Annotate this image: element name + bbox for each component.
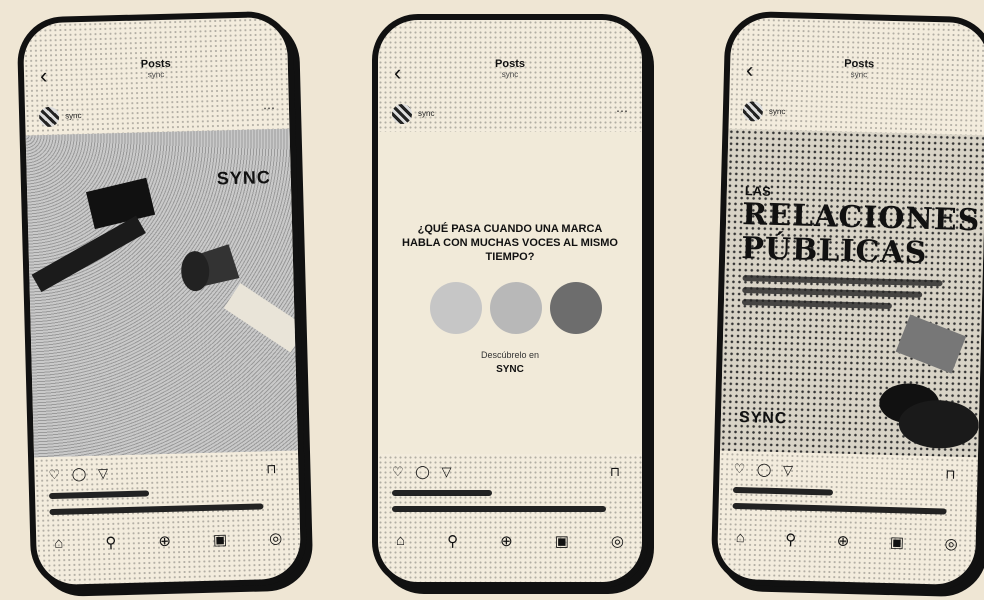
- profile-icon[interactable]: ◎: [269, 529, 283, 549]
- post-actions: ♡ ◯ ▽ ⊓: [733, 461, 963, 485]
- username[interactable]: sync: [65, 111, 82, 120]
- post-author[interactable]: sync ⋯: [38, 101, 275, 129]
- home-icon[interactable]: ⌂: [735, 529, 746, 549]
- circle-dark: [550, 282, 602, 334]
- phone-mockup-3: ‹ Posts sync sync LAS RELACIONES PÚBLICA…: [710, 10, 984, 592]
- search-icon[interactable]: ⚲: [105, 533, 117, 553]
- add-icon[interactable]: ⊕: [500, 532, 513, 552]
- home-icon[interactable]: ⌂: [54, 535, 64, 555]
- post-image[interactable]: LAS RELACIONES PÚBLICAS SYNC: [720, 128, 984, 458]
- brand-text: SYNC: [738, 409, 788, 428]
- avatar[interactable]: [742, 101, 764, 122]
- share-icon[interactable]: ▽: [783, 462, 793, 477]
- bottom-nav: ⌂ ⚲ ⊕ ▣ ◎: [396, 532, 624, 552]
- more-icon[interactable]: ⋯: [263, 101, 275, 115]
- post-header: ‹ Posts sync: [378, 58, 642, 94]
- caption-placeholder: [732, 486, 963, 525]
- like-icon[interactable]: ♡: [48, 467, 60, 482]
- reels-icon[interactable]: ▣: [890, 533, 905, 553]
- username[interactable]: sync: [769, 107, 786, 116]
- avatar[interactable]: [392, 104, 412, 124]
- share-icon[interactable]: ▽: [441, 464, 451, 479]
- bookmark-icon[interactable]: ⊓: [266, 461, 277, 477]
- add-icon[interactable]: ⊕: [158, 532, 171, 552]
- bottom-nav: ⌂ ⚲ ⊕ ▣ ◎: [54, 529, 282, 555]
- bookmark-icon[interactable]: ⊓: [945, 466, 956, 482]
- discover-text: Descúbrelo en: [480, 350, 540, 360]
- phone-mockup-2: ‹ Posts sync sync ⋯ ¿QUÉ PASA CUANDO UNA…: [372, 14, 648, 588]
- add-icon[interactable]: ⊕: [837, 532, 850, 552]
- circle-light: [430, 282, 482, 334]
- post-image[interactable]: SYNC: [25, 128, 298, 458]
- comment-icon[interactable]: ◯: [757, 462, 772, 477]
- header-subtitle: sync: [501, 70, 519, 79]
- caption-placeholder: [48, 487, 286, 525]
- post-header: ‹ Posts sync: [24, 55, 289, 98]
- profile-icon[interactable]: ◎: [944, 534, 958, 554]
- brand-logo: SYNC: [739, 409, 788, 428]
- body-text-placeholder: [741, 269, 953, 316]
- caption-placeholder: [392, 490, 628, 522]
- reels-icon[interactable]: ▣: [213, 530, 228, 550]
- like-icon[interactable]: ♡: [733, 461, 745, 476]
- more-icon[interactable]: ⋯: [616, 104, 628, 118]
- bookmark-icon[interactable]: ⊓: [610, 464, 620, 480]
- avatar[interactable]: [38, 106, 60, 128]
- post-actions: ♡ ◯ ▽ ⊓: [48, 461, 284, 485]
- post-author[interactable]: sync ⋯: [392, 104, 628, 126]
- post-header: ‹ Posts sync: [729, 55, 984, 98]
- home-icon[interactable]: ⌂: [396, 532, 405, 552]
- post-image[interactable]: ¿QUÉ PASA CUANDO UNA MARCA HABLA CON MUC…: [378, 132, 642, 454]
- brand-text: SYNC: [496, 364, 524, 375]
- post-author[interactable]: sync: [742, 101, 973, 129]
- search-icon[interactable]: ⚲: [447, 532, 458, 552]
- comment-icon[interactable]: ◯: [415, 464, 430, 479]
- like-icon[interactable]: ♡: [392, 464, 404, 479]
- search-icon[interactable]: ⚲: [785, 530, 797, 550]
- hands-illustration: [879, 314, 979, 449]
- circle-mid: [490, 282, 542, 334]
- post-title-line2: PÚBLICAS: [740, 231, 928, 271]
- phone-mockup-1: ‹ Posts sync sync ⋯ SYNC ♡ ◯ ▽ ⊓ ⌂ ⚲ ⊕ ▣…: [16, 10, 308, 592]
- profile-icon[interactable]: ◎: [611, 532, 624, 552]
- post-question: ¿QUÉ PASA CUANDO UNA MARCA HABLA CON MUC…: [402, 223, 618, 263]
- reels-icon[interactable]: ▣: [555, 532, 569, 552]
- header-title: Posts: [495, 58, 525, 70]
- comment-icon[interactable]: ◯: [72, 466, 87, 481]
- post-actions: ♡ ◯ ▽ ⊓: [392, 464, 628, 482]
- megaphone-illustration: [31, 177, 298, 353]
- username[interactable]: sync: [418, 109, 434, 118]
- bottom-nav: ⌂ ⚲ ⊕ ▣ ◎: [735, 529, 958, 555]
- share-icon[interactable]: ▽: [98, 465, 108, 480]
